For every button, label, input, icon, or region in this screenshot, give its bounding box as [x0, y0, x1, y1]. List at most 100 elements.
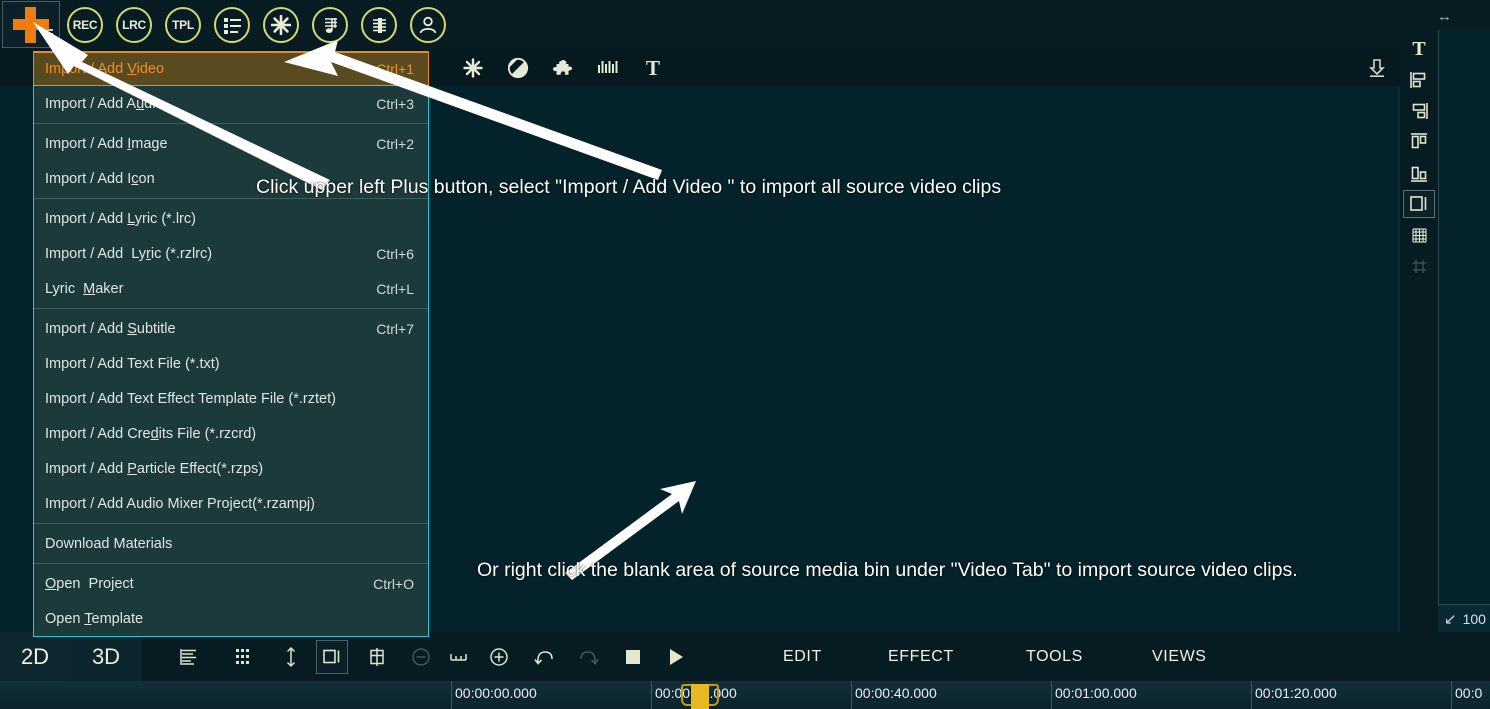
transition-tool-button[interactable]	[503, 54, 533, 82]
menu-tools[interactable]: TOOLS	[1026, 632, 1083, 681]
minus-circle-icon	[412, 648, 430, 666]
menu-label: Import / Add Text File (*.txt)	[45, 355, 220, 372]
height-adjust-button[interactable]	[277, 643, 305, 671]
grid-coarse-button[interactable]	[1403, 252, 1435, 280]
plus-circle-icon	[490, 648, 508, 666]
particle-tool-button[interactable]	[458, 54, 488, 82]
person-icon	[419, 16, 437, 34]
frame-view-button[interactable]	[316, 640, 348, 674]
timeline-playhead[interactable]	[681, 684, 719, 709]
menu-effect-label: EFFECT	[888, 647, 954, 665]
ruler-label: 00:01:00.000	[1055, 685, 1137, 701]
menu-item-import-add-audio[interactable]: Import / Add Audio Ctrl+3	[34, 86, 428, 121]
menu-item-import-add-credits-file[interactable]: Import / Add Credits File (*.rzcrd)	[34, 416, 428, 451]
menu-label: Import / Add Audio Mixer Project(*.rzamp…	[45, 495, 315, 512]
grid-fine-button[interactable]	[1403, 221, 1435, 249]
align-right-icon	[1412, 103, 1428, 119]
menu-item-open-template[interactable]: Open Template	[34, 601, 428, 636]
ruler-tick	[651, 681, 652, 709]
window-resize-handle-icon[interactable]: ↔	[1437, 8, 1452, 25]
zoom-in-button[interactable]	[485, 643, 513, 671]
menu-separator	[34, 308, 428, 309]
play-button[interactable]	[662, 643, 690, 671]
menu-effect[interactable]: EFFECT	[888, 632, 954, 681]
track-list-button[interactable]	[175, 643, 203, 671]
menu-item-import-add-video[interactable]: Import / Add Video Ctrl+1	[33, 52, 429, 86]
import-dropdown-menu[interactable]: Import / Add Video Ctrl+1 Import / Add A…	[33, 51, 429, 637]
menu-item-import-add-lyric-rzlrc[interactable]: Import / Add Lyric (*.rzlrc) Ctrl+6	[34, 236, 428, 271]
download-tool-button[interactable]	[1362, 54, 1392, 82]
music-note-icon	[324, 17, 337, 33]
zoom-control[interactable]: ↙ 100	[1438, 604, 1490, 632]
add-media-plus-button[interactable]	[2, 1, 60, 48]
menu-item-download-materials[interactable]: Download Materials	[34, 526, 428, 561]
plugin-tool-button[interactable]	[548, 54, 578, 82]
audio-levels-tool-button[interactable]	[593, 54, 623, 82]
align-right-button[interactable]	[1403, 97, 1435, 125]
grid-fine-icon	[1411, 227, 1427, 243]
align-top-button[interactable]	[1403, 128, 1435, 156]
menu-item-import-add-image[interactable]: Import / Add Image Ctrl+2	[34, 126, 428, 161]
menu-item-import-add-subtitle[interactable]: Import / Add Subtitle Ctrl+7	[34, 311, 428, 346]
zoom-fit-icon[interactable]: ↙	[1444, 610, 1457, 628]
play-triangle-icon	[670, 649, 683, 665]
grid-dots-button[interactable]	[230, 643, 258, 671]
tpl-button[interactable]: TPL	[165, 7, 201, 43]
menu-item-import-add-lyric-lrc[interactable]: Import / Add Lyric (*.lrc)	[34, 201, 428, 236]
ruler-label: 00:0	[1455, 685, 1483, 701]
mode-tab-2d[interactable]: 2D	[0, 632, 70, 681]
mixer-icon	[372, 17, 386, 33]
menu-separator	[34, 563, 428, 564]
menu-item-import-add-particle-effect[interactable]: Import / Add Particle Effect(*.rzps)	[34, 451, 428, 486]
align-left-icon	[1410, 72, 1426, 88]
list-icon	[223, 17, 241, 34]
menu-item-import-add-text-file[interactable]: Import / Add Text File (*.txt)	[34, 346, 428, 381]
align-bottom-button[interactable]	[1403, 159, 1435, 187]
menu-item-lyric-maker[interactable]: Lyric Maker Ctrl+L	[34, 271, 428, 306]
list-button[interactable]	[214, 7, 250, 43]
align-top-icon	[1411, 133, 1427, 149]
rec-button[interactable]: REC	[67, 7, 103, 43]
right-tool-rail: T	[1400, 30, 1438, 632]
rec-label: REC	[72, 18, 98, 32]
mixer-button[interactable]	[361, 7, 397, 43]
menu-item-open-project[interactable]: Open Project Ctrl+O	[34, 566, 428, 601]
menu-separator	[34, 523, 428, 524]
ruler-label: 00:00:00.000	[455, 685, 537, 701]
redo-button[interactable]	[574, 643, 602, 671]
right-properties-panel[interactable]	[1438, 30, 1490, 632]
menu-views[interactable]: VIEWS	[1152, 632, 1207, 681]
undo-button[interactable]	[531, 643, 559, 671]
account-button[interactable]	[410, 7, 446, 43]
align-left-button[interactable]	[1403, 66, 1435, 94]
puzzle-icon	[552, 59, 572, 75]
menu-label: Import / Add Lyric (*.lrc)	[45, 210, 196, 227]
stop-button[interactable]	[619, 643, 647, 671]
text-tool-button[interactable]: T	[638, 54, 668, 82]
frame-select-button[interactable]	[1403, 190, 1435, 218]
menu-separator	[34, 123, 428, 124]
menu-edit[interactable]: EDIT	[783, 632, 822, 681]
menu-edit-label: EDIT	[783, 647, 822, 665]
effects-button[interactable]	[263, 7, 299, 43]
plus-dropdown-lines-icon	[44, 28, 53, 37]
menu-shortcut: Ctrl+O	[373, 575, 414, 592]
music-note-button[interactable]	[312, 7, 348, 43]
lrc-button[interactable]: LRC	[116, 7, 152, 43]
split-button[interactable]	[363, 643, 391, 671]
grid-coarse-icon	[1412, 259, 1426, 273]
menu-views-label: VIEWS	[1152, 647, 1207, 665]
annotation-plus-button-text: Click upper left Plus button, select "Im…	[256, 176, 1002, 198]
fit-timeline-button[interactable]	[445, 643, 473, 671]
asterisk-icon	[271, 15, 291, 35]
zoom-out-button[interactable]	[407, 643, 435, 671]
frame-icon	[323, 649, 340, 664]
menu-item-import-add-audio-mixer-project[interactable]: Import / Add Audio Mixer Project(*.rzamp…	[34, 486, 428, 521]
text-tool-icon-button[interactable]: T	[1403, 35, 1435, 63]
menu-item-import-add-text-effect-template[interactable]: Import / Add Text Effect Template File (…	[34, 381, 428, 416]
track-list-icon	[180, 649, 196, 665]
timeline-ruler[interactable]: 00:00:00.000 00:00:20.000 00:00:40.000 0…	[0, 681, 1490, 709]
tpl-label: TPL	[172, 18, 194, 32]
mode-tab-3d[interactable]: 3D	[70, 632, 142, 681]
ruler-label: 00:01:20.000	[1255, 685, 1337, 701]
